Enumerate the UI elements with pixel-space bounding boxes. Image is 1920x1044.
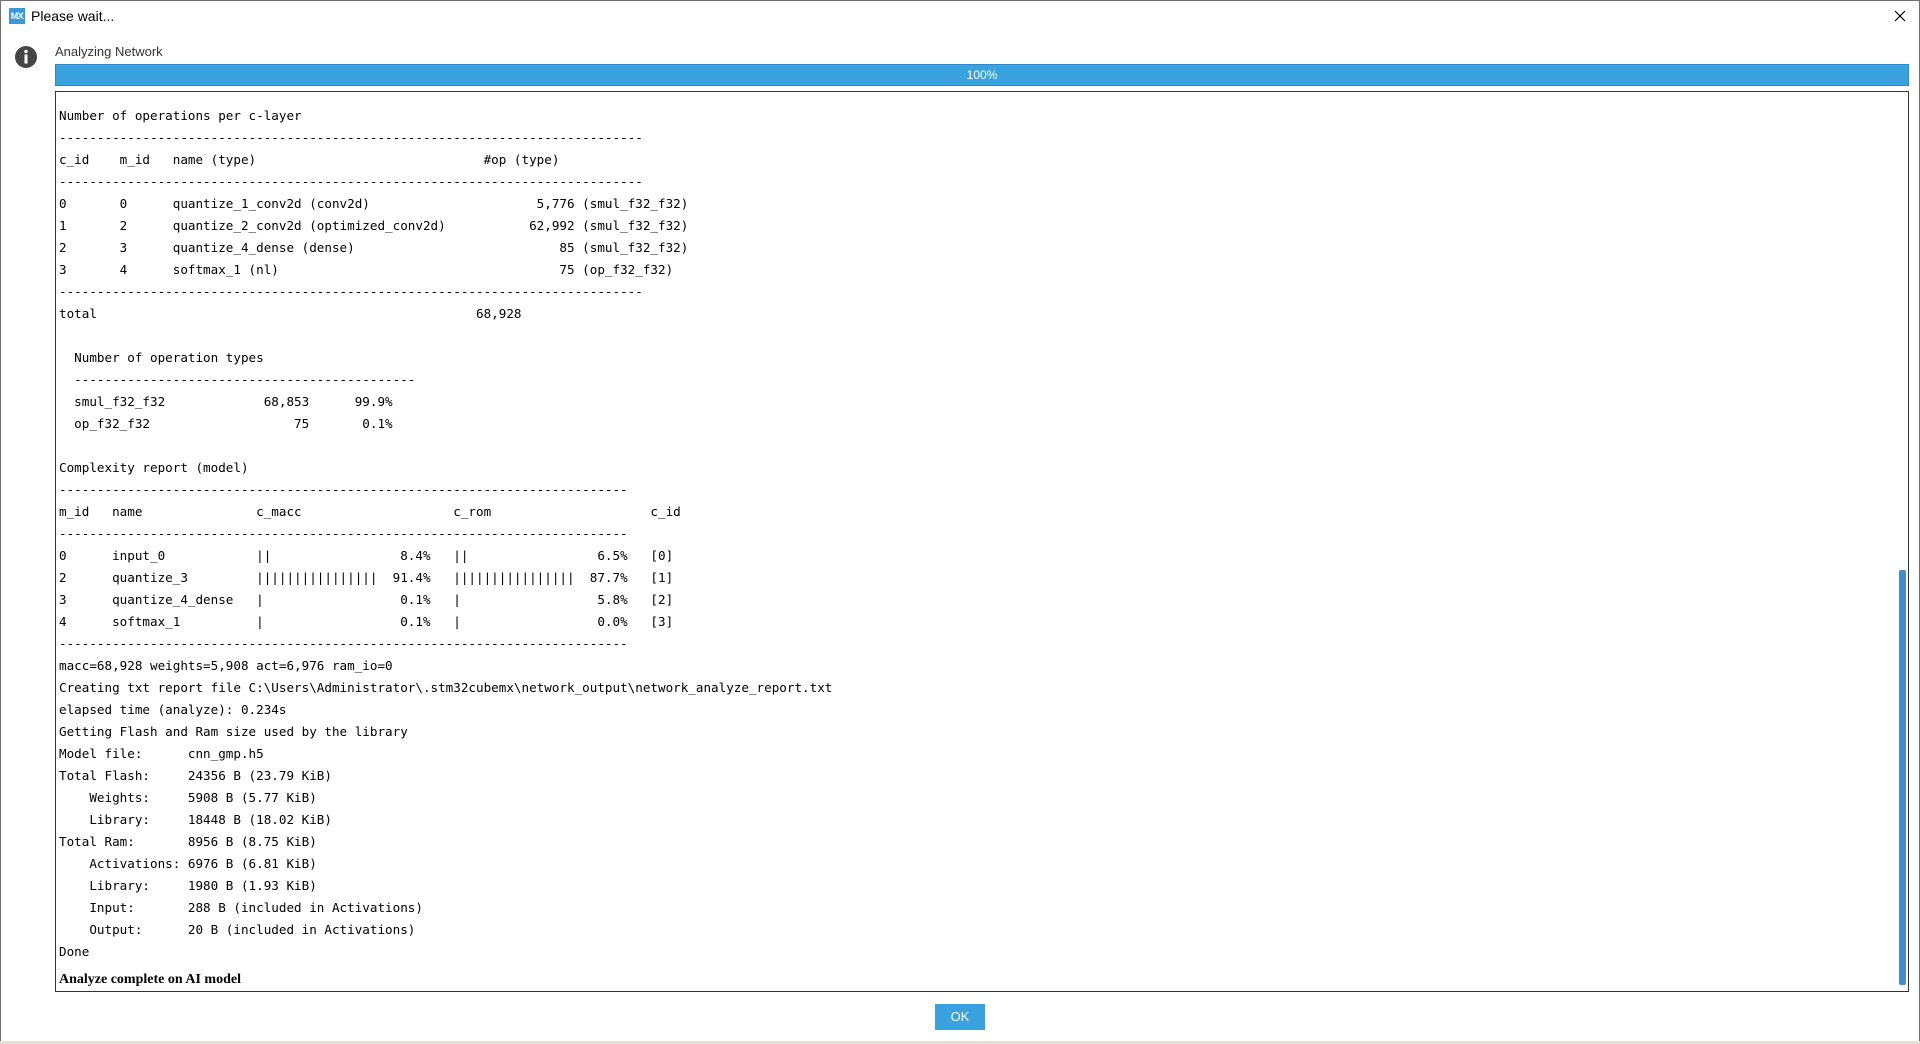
window-title: Please wait... (31, 8, 115, 24)
console-line: ----------------------------------------… (59, 482, 628, 497)
console-line: ----------------------------------------… (59, 130, 643, 145)
vertical-scrollbar[interactable] (1898, 94, 1906, 989)
console-line: Model file: cnn_gmp.h5 (59, 746, 264, 761)
progress-percent-text: 100% (966, 68, 998, 82)
console-line: ----------------------------------------… (59, 284, 643, 299)
console-line: elapsed time (analyze): 0.234s (59, 702, 287, 717)
console-line: ----------------------------------------… (59, 372, 416, 387)
console-line: Library: 18448 B (18.02 KiB) (59, 812, 332, 827)
console-line: Number of operations per c-layer (59, 108, 302, 123)
console-line: Complexity report (model) (59, 460, 249, 475)
console-line: Activations: 6976 B (6.81 KiB) (59, 856, 317, 871)
console-line: ----------------------------------------… (59, 636, 628, 651)
console-line: op_f32_f32 75 0.1% (59, 416, 393, 431)
console-line: 0 0 quantize_1_conv2d (conv2d) 5,776 (sm… (59, 196, 689, 211)
title-bar: MX Please wait... (1, 1, 1919, 31)
console-line: smul_f32_f32 68,853 99.9% (59, 394, 393, 409)
console-line: 2 3 quantize_4_dense (dense) 85 (smul_f3… (59, 240, 689, 255)
console-line: Number of operation types (59, 350, 264, 365)
ok-button[interactable]: OK (935, 1004, 985, 1030)
console-line: Total Flash: 24356 B (23.79 KiB) (59, 768, 332, 783)
console-line: 3 quantize_4_dense | 0.1% | 5.8% [2] (59, 592, 674, 607)
console-line: ----------------------------------------… (59, 174, 643, 189)
console-line: total 68,928 (59, 306, 522, 321)
console-line: m_id name c_macc c_rom c_id (59, 504, 681, 519)
console-line: Output: 20 B (included in Activations) (59, 922, 416, 937)
analysis-complete-message: Analyze complete on AI model (59, 972, 241, 987)
console-line: macc=68,928 weights=5,908 act=6,976 ram_… (59, 658, 393, 673)
console-line: 4 softmax_1 | 0.1% | 0.0% [3] (59, 614, 674, 629)
close-button[interactable] (1887, 3, 1913, 29)
console-line: Total Ram: 8956 B (8.75 KiB) (59, 834, 317, 849)
console-line: Creating txt report file C:\Users\Admini… (59, 680, 833, 695)
console-line: ----------------------------------------… (59, 526, 628, 541)
console-line: Weights: 5908 B (5.77 KiB) (59, 790, 317, 805)
console-line: 0 input_0 || 8.4% || 6.5% [0] (59, 548, 674, 563)
status-label: Analyzing Network (55, 44, 163, 59)
close-icon (1894, 10, 1906, 22)
console-line: 3 4 softmax_1 (nl) 75 (op_f32_f32) (59, 262, 674, 277)
console-line: 1 2 quantize_2_conv2d (optimized_conv2d)… (59, 218, 689, 233)
console-line: Input: 288 B (included in Activations) (59, 900, 423, 915)
console-line: Library: 1980 B (1.93 KiB) (59, 878, 317, 893)
progress-bar: 100% (55, 64, 1909, 86)
console-log-text: Number of operations per c-layer -------… (59, 105, 832, 963)
console-line: Done (59, 944, 90, 959)
cubemx-app-icon: MX (9, 8, 25, 24)
info-icon (14, 45, 38, 69)
console-line: 2 quantize_3 |||||||||||||||| 91.4% ||||… (59, 570, 674, 585)
console-line: c_id m_id name (type) #op (type) (59, 152, 560, 167)
analysis-output-console[interactable]: Number of operations per c-layer -------… (55, 91, 1909, 992)
scrollbar-thumb[interactable] (1899, 570, 1906, 985)
analysis-dialog: MX Please wait... Analyzing Network 100%… (0, 0, 1920, 1042)
console-line: Getting Flash and Ram size used by the l… (59, 724, 408, 739)
